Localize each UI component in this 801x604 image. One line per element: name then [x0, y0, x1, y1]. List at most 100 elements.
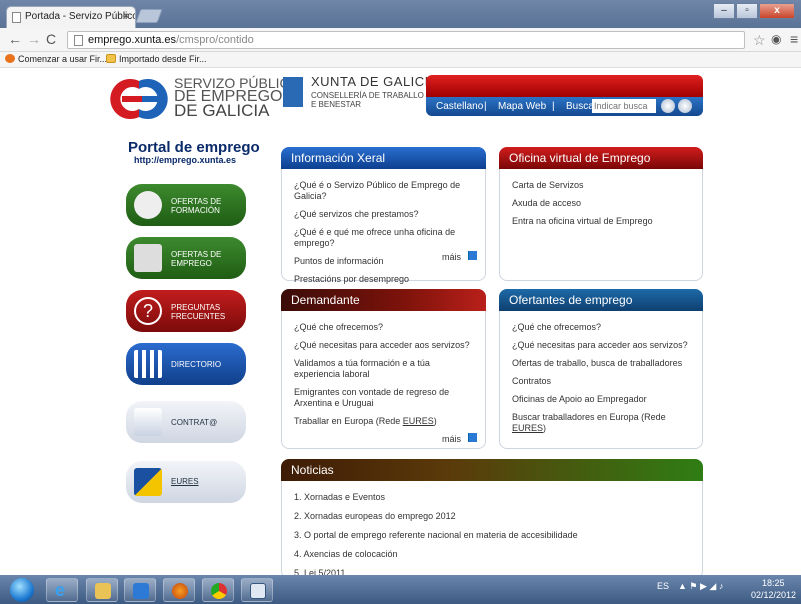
nav-castellano[interactable]: Castellano: [436, 101, 483, 112]
bookmark-item[interactable]: Comenzar a usar Fir...: [5, 54, 107, 64]
button-label: EMPREGO: [171, 259, 212, 268]
search-input[interactable]: [592, 99, 656, 113]
button-label: FORMACIÓN: [171, 206, 220, 215]
eures-logo-icon: [134, 468, 162, 496]
news-item[interactable]: 3. O portal de emprego referente naciona…: [294, 530, 578, 541]
clock-date[interactable]: 02/12/2012: [751, 590, 796, 600]
link-text: Traballar en Europa (Rede: [294, 416, 403, 426]
menu-icon[interactable]: ≡: [790, 31, 798, 47]
ofertantes-link[interactable]: ¿Qué che ofrecemos?: [512, 322, 692, 333]
button-label: OFERTAS DE: [171, 250, 222, 259]
demandante-box: Demandante ¿Qué che ofrecemos? ¿Qué nece…: [281, 289, 486, 449]
taskbar-chrome[interactable]: [202, 578, 234, 602]
ofertas-formacion-button[interactable]: OFERTAS DE FORMACIÓN: [126, 184, 246, 226]
link-text: Buscar traballadores en Europa (Rede: [512, 412, 666, 422]
info-link[interactable]: Prestacións por desemprego: [294, 274, 475, 285]
minimize-button[interactable]: –: [713, 3, 735, 19]
ofertantes-link[interactable]: ¿Qué necesitas para acceder aos servizos…: [512, 340, 692, 351]
address-bar[interactable]: emprego.xunta.es/cmspro/contido: [67, 31, 745, 49]
taskbar-explorer[interactable]: [86, 578, 118, 602]
pen-document-icon: [134, 408, 162, 436]
xunta-sub-line: CONSELLERÍA DE TRABALLO: [311, 91, 424, 100]
extension-eye-icon[interactable]: ◉: [771, 32, 781, 46]
contrata-button[interactable]: CONTRAT@: [126, 401, 246, 443]
chrome-icon: [211, 583, 227, 599]
info-link[interactable]: ¿Qué é e qué me ofrece unha oficina de e…: [294, 227, 475, 249]
page-icon: [12, 12, 21, 23]
taskbar-app[interactable]: [241, 578, 273, 602]
firefox-icon: [5, 54, 15, 63]
advanced-search-icon[interactable]: [678, 99, 692, 113]
nav-separator: |: [484, 101, 487, 112]
box-title: Noticias: [281, 459, 703, 481]
xunta-shield-icon[interactable]: [283, 77, 303, 107]
oficina-link[interactable]: Carta de Servizos: [512, 180, 692, 191]
clock-time[interactable]: 18:25: [762, 578, 785, 588]
preguntas-frecuentes-button[interactable]: ? PREGUNTAS FRECUENTES: [126, 290, 246, 332]
more-link[interactable]: máis: [442, 434, 461, 444]
portal-title: Portal de emprego: [128, 139, 260, 156]
demandante-link[interactable]: Emigrantes con vontade de regreso de Arx…: [294, 387, 475, 409]
oficina-link[interactable]: Axuda de acceso: [512, 198, 692, 209]
question-mark-icon: ?: [134, 297, 162, 325]
eures-button[interactable]: EURES: [126, 461, 246, 503]
box-title: Ofertantes de emprego: [499, 289, 703, 311]
flag-icon: [468, 251, 477, 260]
eures-link[interactable]: EURES: [512, 423, 543, 433]
demandante-link[interactable]: ¿Qué necesitas para acceder aos servizos…: [294, 340, 475, 351]
document-icon: [250, 583, 266, 599]
forward-arrow-icon[interactable]: →: [27, 32, 41, 46]
media-player-icon: [133, 583, 149, 599]
box-title: Oficina virtual de Emprego: [499, 147, 703, 169]
browser-tab[interactable]: Portada - Servizo Público ×: [6, 6, 136, 28]
directorio-button[interactable]: DIRECTORIO: [126, 343, 246, 385]
portal-url[interactable]: http://emprego.xunta.es: [134, 155, 236, 165]
news-item[interactable]: 1. Xornadas e Eventos: [294, 492, 578, 503]
bookmark-label: Comenzar a usar Fir...: [18, 54, 108, 64]
page-icon: [74, 35, 83, 46]
tab-title: Portada - Servizo Público: [25, 11, 136, 22]
nav-mapa-web[interactable]: Mapa Web: [498, 101, 546, 112]
taskbar-firefox[interactable]: [163, 578, 195, 602]
close-window-button[interactable]: x: [759, 3, 795, 19]
url-path: /cmspro/contido: [176, 34, 254, 46]
more-link[interactable]: máis: [442, 252, 461, 262]
search-button-icon[interactable]: [661, 99, 675, 113]
tab-close-icon[interactable]: ×: [123, 11, 129, 22]
taskbar-ie[interactable]: e: [46, 578, 78, 602]
document-icon: [134, 244, 162, 272]
graduation-cap-icon: [134, 191, 162, 219]
demandante-link[interactable]: ¿Qué che ofrecemos?: [294, 322, 475, 333]
ofertantes-link[interactable]: Oficinas de Apoio ao Empregador: [512, 394, 692, 405]
flag-icon: [468, 433, 477, 442]
oficina-link[interactable]: Entra na oficina virtual de Emprego: [512, 216, 692, 227]
reload-icon[interactable]: C: [46, 32, 56, 46]
bookmark-star-icon[interactable]: ☆: [753, 32, 766, 49]
eures-link[interactable]: EURES: [403, 416, 434, 426]
servizo-logo-icon[interactable]: [108, 77, 170, 121]
ofertantes-link[interactable]: Contratos: [512, 376, 692, 387]
bookmark-label: Importado desde Fir...: [119, 54, 207, 64]
xunta-title: XUNTA DE GALICIA: [311, 74, 438, 89]
info-link[interactable]: ¿Qué servizos che prestamos?: [294, 209, 475, 220]
demandante-link[interactable]: Validamos a túa formación e a túa experi…: [294, 358, 475, 380]
news-item[interactable]: 2. Xornadas europeas do emprego 2012: [294, 511, 578, 522]
info-link[interactable]: ¿Qué é o Servizo Público de Emprego de G…: [294, 180, 475, 202]
button-label: OFERTAS DE: [171, 197, 222, 206]
start-button-icon[interactable]: [10, 578, 34, 602]
folder-icon: [106, 54, 116, 63]
news-item[interactable]: 4. Axencias de colocación: [294, 549, 578, 560]
tray-icons[interactable]: ▲ ⚑ ▶ ◢ ♪: [678, 581, 723, 592]
informacion-xeral-box: Información Xeral ¿Qué é o Servizo Públi…: [281, 147, 486, 284]
bookmark-folder[interactable]: Importado desde Fir...: [106, 54, 207, 64]
ofertantes-link[interactable]: Buscar traballadores en Europa (Rede EUR…: [512, 412, 692, 434]
taskbar-media[interactable]: [124, 578, 156, 602]
ofertantes-link[interactable]: Ofertas de traballo, busca de traballado…: [512, 358, 692, 369]
link-text: ): [543, 423, 547, 433]
maximize-button[interactable]: ▫: [736, 3, 758, 19]
demandante-link[interactable]: Traballar en Europa (Rede EURES): [294, 416, 475, 427]
back-arrow-icon[interactable]: ←: [8, 32, 22, 46]
xunta-subtitle: CONSELLERÍA DE TRABALLO E BENESTAR: [311, 91, 424, 109]
language-indicator[interactable]: ES: [657, 581, 669, 591]
ofertas-emprego-button[interactable]: OFERTAS DE EMPREGO: [126, 237, 246, 279]
